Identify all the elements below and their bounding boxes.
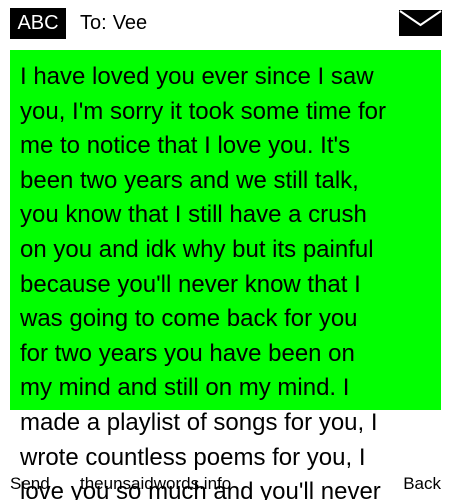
source-label: theunsaidwords.info xyxy=(80,474,232,493)
send-softkey[interactable]: Send xyxy=(10,473,50,495)
input-mode-indicator[interactable]: ABC xyxy=(10,8,66,39)
envelope-icon xyxy=(399,10,442,36)
recipient-name: Vee xyxy=(112,12,148,34)
message-body[interactable]: I have loved you ever since I saw you, I… xyxy=(10,50,442,500)
recipient-field[interactable]: To: Vee xyxy=(80,10,147,36)
to-label: To: xyxy=(80,12,107,34)
message-text[interactable]: I have loved you ever since I saw you, I… xyxy=(20,60,436,500)
sms-compose-screen: ABC To: Vee I have loved you ever since I… xyxy=(0,0,450,500)
back-softkey[interactable]: Back xyxy=(403,473,441,495)
